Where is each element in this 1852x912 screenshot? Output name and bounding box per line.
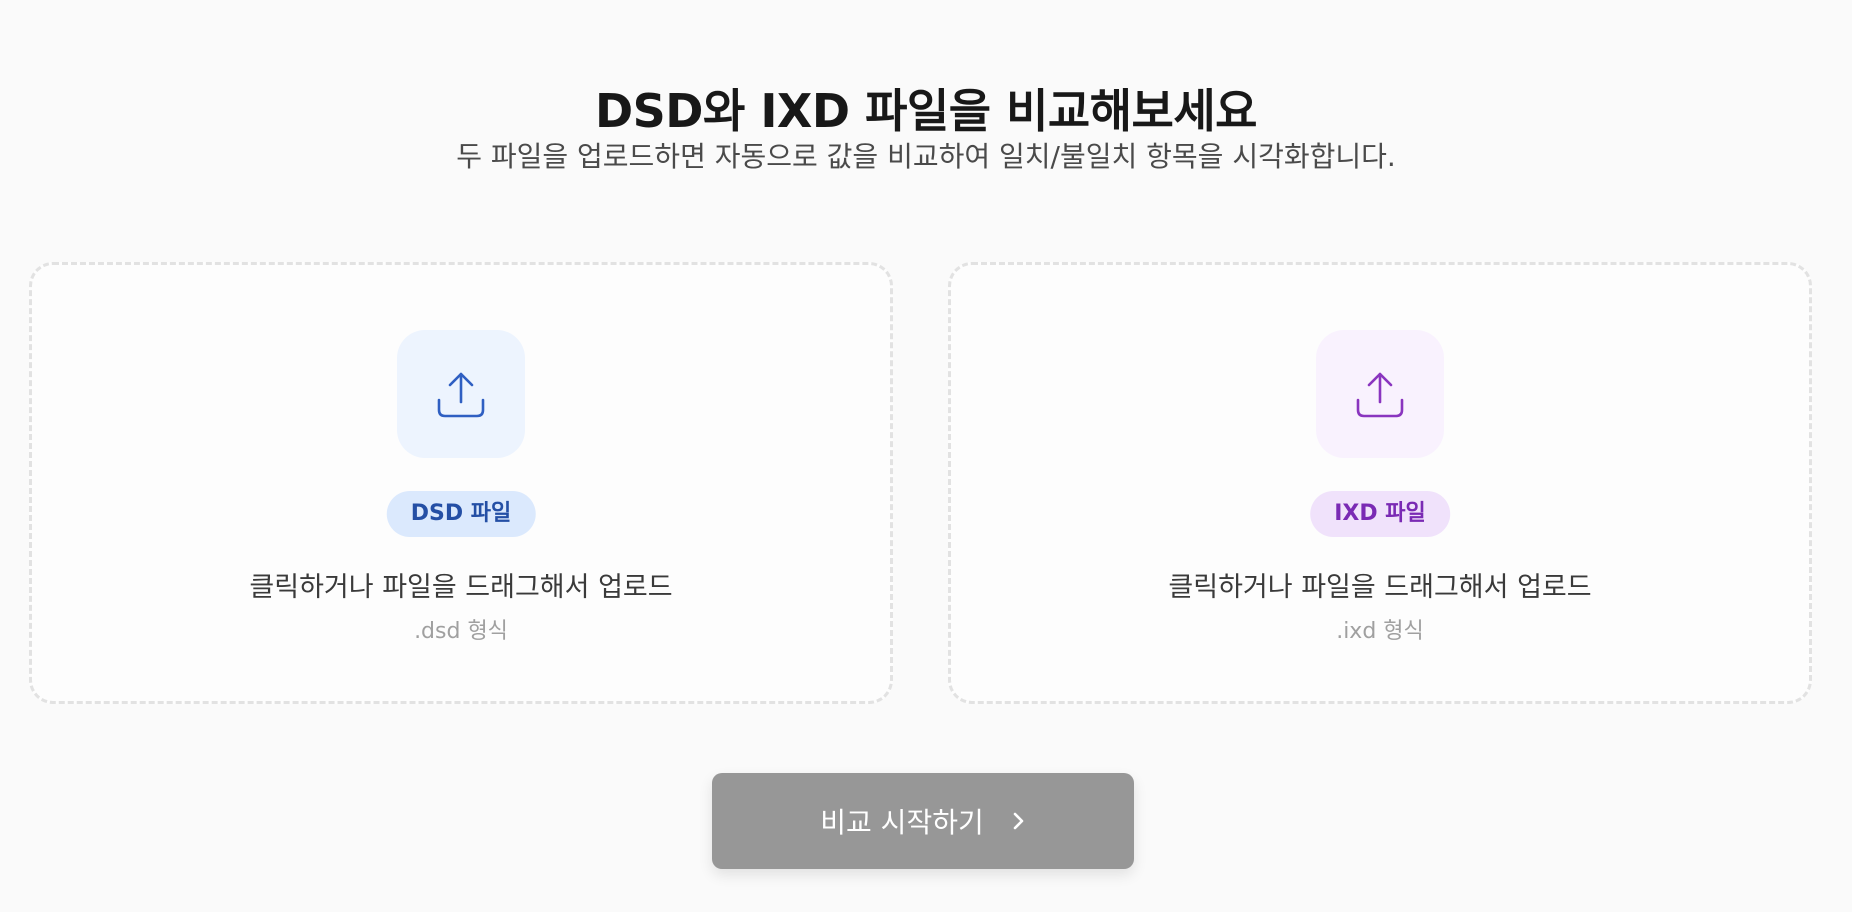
dsd-upload-icon-box	[397, 330, 525, 458]
dsd-file-badge: DSD 파일	[386, 491, 536, 537]
ixd-format-hint: .ixd 형식	[1336, 619, 1424, 644]
dsd-format-hint: .dsd 형식	[414, 619, 508, 644]
ixd-file-badge: IXD 파일	[1310, 491, 1450, 537]
compare-button-label: 비교 시작하기	[820, 806, 984, 839]
dsd-upload-hint: 클릭하거나 파일을 드래그해서 업로드	[249, 572, 673, 603]
ixd-upload-icon-box	[1316, 330, 1444, 458]
page-subtitle: 두 파일을 업로드하면 자동으로 값을 비교하여 일치/불일치 항목을 시각화합…	[456, 140, 1396, 173]
chevron-right-icon	[1010, 810, 1026, 832]
dsd-upload-dropzone[interactable]: DSD 파일 클릭하거나 파일을 드래그해서 업로드 .dsd 형식	[29, 262, 893, 704]
compare-start-button[interactable]: 비교 시작하기	[712, 773, 1134, 869]
page-title: DSD와 IXD 파일을 비교해보세요	[594, 83, 1258, 138]
upload-icon	[1356, 372, 1404, 418]
ixd-upload-dropzone[interactable]: IXD 파일 클릭하거나 파일을 드래그해서 업로드 .ixd 형식	[948, 262, 1812, 704]
ixd-upload-hint: 클릭하거나 파일을 드래그해서 업로드	[1168, 572, 1592, 603]
upload-icon	[437, 372, 485, 418]
